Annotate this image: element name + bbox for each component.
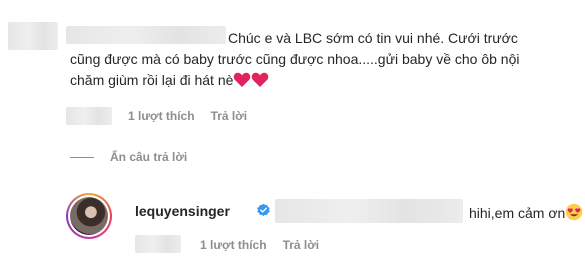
avatar-photo: [70, 197, 108, 235]
hide-replies-label: Ẩn câu trả lời: [110, 150, 188, 164]
reply-username[interactable]: lequyensinger: [135, 203, 230, 219]
comment-text: Chúc e và LBC sớm có tin vui nhé. Cưới t…: [70, 30, 520, 88]
avatar[interactable]: [66, 193, 112, 239]
redacted-mention: [275, 199, 463, 223]
heart-eyes-icon: [566, 203, 583, 221]
reply-likes[interactable]: 1 lượt thích: [200, 238, 267, 252]
comment-likes[interactable]: 1 lượt thích: [128, 109, 195, 123]
reply-meta: 1 lượt thích Trả lời: [200, 238, 335, 252]
reply-reply-button[interactable]: Trả lời: [283, 238, 320, 252]
comment-reply-button[interactable]: Trả lời: [211, 109, 248, 123]
verified-badge-icon: [257, 203, 270, 217]
reply-text: hihi,em cảm ơn: [469, 205, 566, 221]
reply-text-wrap: hihi,em cảm ơn: [469, 203, 583, 221]
redacted-avatar: [8, 22, 58, 50]
redacted-timestamp: [66, 107, 112, 125]
heart-icon: [234, 72, 251, 87]
divider: [70, 156, 94, 158]
heart-icon: [252, 72, 269, 87]
redacted-reply-timestamp: [135, 235, 181, 253]
comment-meta: 1 lượt thích Trả lời: [128, 109, 263, 123]
hide-replies-toggle[interactable]: Ẩn câu trả lời: [70, 150, 187, 164]
